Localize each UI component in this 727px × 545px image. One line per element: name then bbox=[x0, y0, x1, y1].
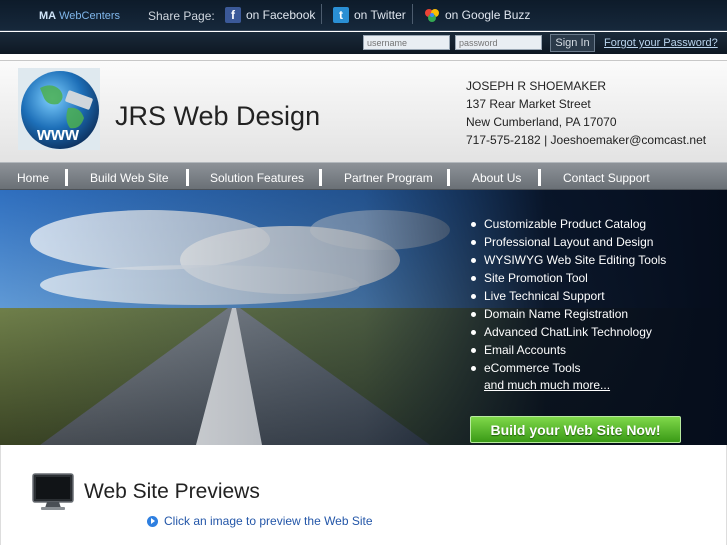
feature-item: Domain Name Registration bbox=[470, 305, 666, 323]
nav-divider bbox=[538, 169, 541, 186]
more-features-link[interactable]: and much much more... bbox=[484, 378, 610, 392]
feature-item: Professional Layout and Design bbox=[470, 233, 666, 251]
contact-city: New Cumberland, PA 17070 bbox=[466, 115, 617, 129]
feature-item: Email Accounts bbox=[470, 341, 666, 359]
contact-name: JOSEPH R SHOEMAKER bbox=[466, 79, 607, 93]
password-input[interactable] bbox=[455, 35, 542, 50]
feature-item: Site Promotion Tool bbox=[470, 269, 666, 287]
preview-hint: Click an image to preview the Web Site bbox=[147, 514, 373, 528]
previews-title: Web Site Previews bbox=[84, 480, 260, 503]
feature-item: eCommerce Tools bbox=[470, 359, 666, 377]
share-google-buzz-link[interactable]: on Google Buzz bbox=[424, 5, 530, 25]
share-twitter-link[interactable]: t on Twitter bbox=[333, 5, 406, 25]
feature-item: Customizable Product Catalog bbox=[470, 215, 666, 233]
share-page-label: Share Page: bbox=[148, 9, 215, 23]
build-web-site-now-button[interactable]: Build your Web Site Now! bbox=[470, 416, 681, 443]
contact-street: 137 Rear Market Street bbox=[466, 97, 591, 111]
nav-divider bbox=[65, 169, 68, 186]
share-divider bbox=[412, 4, 413, 24]
nav-solution-features[interactable]: Solution Features bbox=[210, 171, 304, 185]
nav-divider bbox=[447, 169, 450, 186]
forgot-password-link[interactable]: Forgot your Password? bbox=[604, 37, 718, 49]
monitor-icon bbox=[31, 472, 77, 512]
previews-section: Web Site Previews Click an image to prev… bbox=[0, 445, 727, 545]
nav-build-web-site[interactable]: Build Web Site bbox=[90, 171, 169, 185]
site-header: www JRS Web Design JOSEPH R SHOEMAKER 13… bbox=[0, 60, 727, 162]
sign-in-button[interactable]: Sign In bbox=[550, 34, 595, 52]
nav-divider bbox=[186, 169, 189, 186]
username-input[interactable] bbox=[363, 35, 450, 50]
share-bar: MA WebCenters Share Page: f on Facebook t… bbox=[0, 0, 727, 31]
nav-about-us[interactable]: About Us bbox=[472, 171, 521, 185]
nav-home[interactable]: Home bbox=[17, 171, 49, 185]
preview-hint-text: Click an image to preview the Web Site bbox=[164, 514, 373, 528]
google-buzz-icon bbox=[424, 7, 440, 23]
webcenters-brand-link[interactable]: MA WebCenters bbox=[39, 10, 120, 22]
hero-banner: Customizable Product Catalog Professiona… bbox=[0, 190, 727, 445]
contact-phone-email[interactable]: 717-575-2182 | Joeshoemaker@comcast.net bbox=[466, 131, 706, 149]
share-facebook-link[interactable]: f on Facebook bbox=[225, 5, 315, 25]
feature-list: Customizable Product Catalog Professiona… bbox=[470, 215, 666, 377]
nav-divider bbox=[319, 169, 322, 186]
feature-item: Live Technical Support bbox=[470, 287, 666, 305]
nav-partner-program[interactable]: Partner Program bbox=[344, 171, 433, 185]
contact-block: JOSEPH R SHOEMAKER 137 Rear Market Stree… bbox=[466, 77, 706, 149]
nav-contact-support[interactable]: Contact Support bbox=[563, 171, 650, 185]
arrow-right-icon bbox=[147, 515, 158, 527]
twitter-icon: t bbox=[333, 7, 349, 23]
feature-item: WYSIWYG Web Site Editing Tools bbox=[470, 251, 666, 269]
share-divider bbox=[321, 4, 322, 24]
main-nav: Home Build Web Site Solution Features Pa… bbox=[0, 162, 727, 190]
feature-item: Advanced ChatLink Technology bbox=[470, 323, 666, 341]
site-title: JRS Web Design bbox=[115, 101, 321, 131]
facebook-icon: f bbox=[225, 7, 241, 23]
globe-logo[interactable]: www bbox=[18, 68, 100, 150]
logo-www-text: www bbox=[36, 124, 80, 144]
login-bar: Sign In Forgot your Password? bbox=[0, 32, 727, 54]
